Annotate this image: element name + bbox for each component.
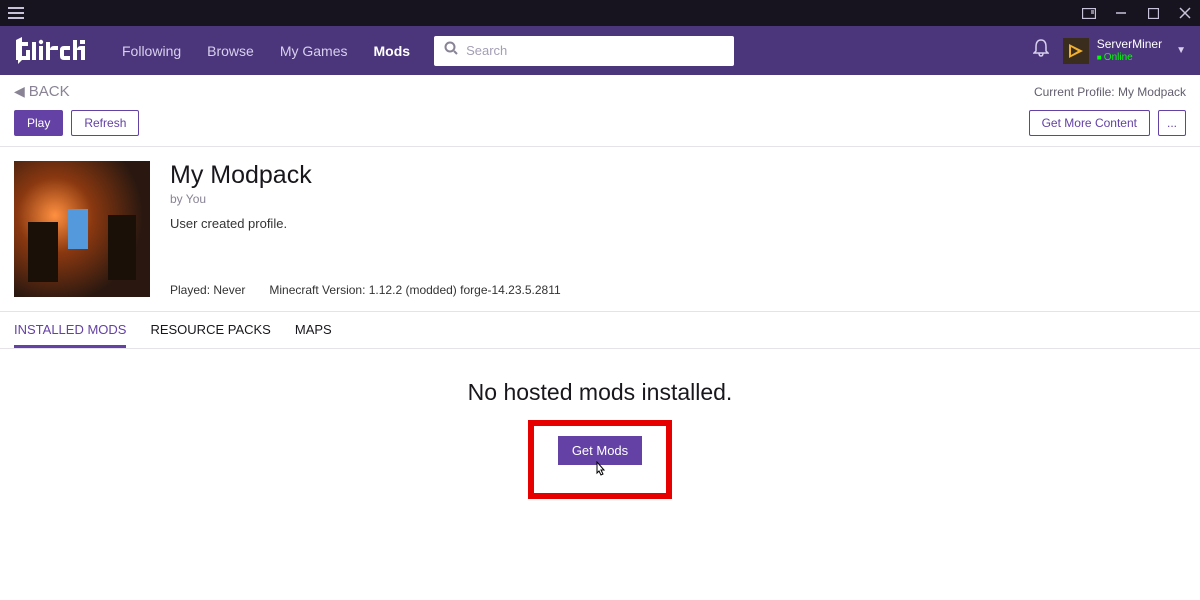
notifications-icon[interactable]: [1033, 39, 1049, 62]
empty-message: No hosted mods installed.: [468, 379, 733, 406]
close-icon[interactable]: [1178, 6, 1192, 20]
profile-author: by You: [170, 192, 1186, 206]
profile-image: [14, 161, 150, 297]
tab-resource-packs[interactable]: RESOURCE PACKS: [150, 322, 270, 348]
nav-browse[interactable]: Browse: [207, 43, 254, 59]
tab-maps[interactable]: MAPS: [295, 322, 332, 348]
chevron-down-icon[interactable]: ▼: [1176, 45, 1186, 56]
profile-section: My Modpack by You User created profile. …: [0, 147, 1200, 312]
get-more-content-button[interactable]: Get More Content: [1029, 110, 1150, 136]
username: ServerMiner: [1097, 38, 1162, 51]
nav-mods[interactable]: Mods: [374, 43, 411, 59]
search-icon: [444, 41, 458, 60]
profile-title: My Modpack: [170, 161, 1186, 190]
current-profile-label: Current Profile: My Modpack: [1034, 85, 1186, 99]
avatar: [1063, 38, 1089, 64]
nav-following[interactable]: Following: [122, 43, 181, 59]
tab-installed-mods[interactable]: INSTALLED MODS: [14, 322, 126, 348]
minimize-icon[interactable]: [1114, 6, 1128, 20]
menu-icon[interactable]: [8, 7, 24, 19]
search-input[interactable]: [466, 43, 724, 58]
profile-played: Played: Never: [170, 283, 245, 297]
twitch-logo[interactable]: [14, 36, 100, 66]
content-area: No hosted mods installed. Get Mods: [0, 349, 1200, 529]
user-status: Online: [1097, 52, 1162, 63]
back-button[interactable]: ◀ BACK: [14, 83, 70, 100]
highlight-annotation: Get Mods: [528, 420, 672, 499]
back-label: BACK: [29, 83, 70, 100]
more-button[interactable]: ...: [1158, 110, 1186, 136]
profile-description: User created profile.: [170, 216, 1186, 231]
play-button[interactable]: Play: [14, 110, 63, 136]
refresh-button[interactable]: Refresh: [71, 110, 139, 136]
maximize-icon[interactable]: [1146, 6, 1160, 20]
profile-version: Minecraft Version: 1.12.2 (modded) forge…: [269, 283, 560, 297]
overlay-icon[interactable]: [1082, 6, 1096, 20]
titlebar: [0, 0, 1200, 26]
tabs: INSTALLED MODS RESOURCE PACKS MAPS: [0, 312, 1200, 349]
main-header: Following Browse My Games Mods ServerMin…: [0, 26, 1200, 75]
back-arrow-icon: ◀: [14, 83, 25, 100]
user-menu[interactable]: ServerMiner Online: [1063, 38, 1162, 64]
search-box[interactable]: [434, 36, 734, 66]
cursor-icon: [592, 461, 608, 479]
subheader: ◀ BACK Current Profile: My Modpack Play …: [0, 75, 1200, 147]
nav-mygames[interactable]: My Games: [280, 43, 348, 59]
